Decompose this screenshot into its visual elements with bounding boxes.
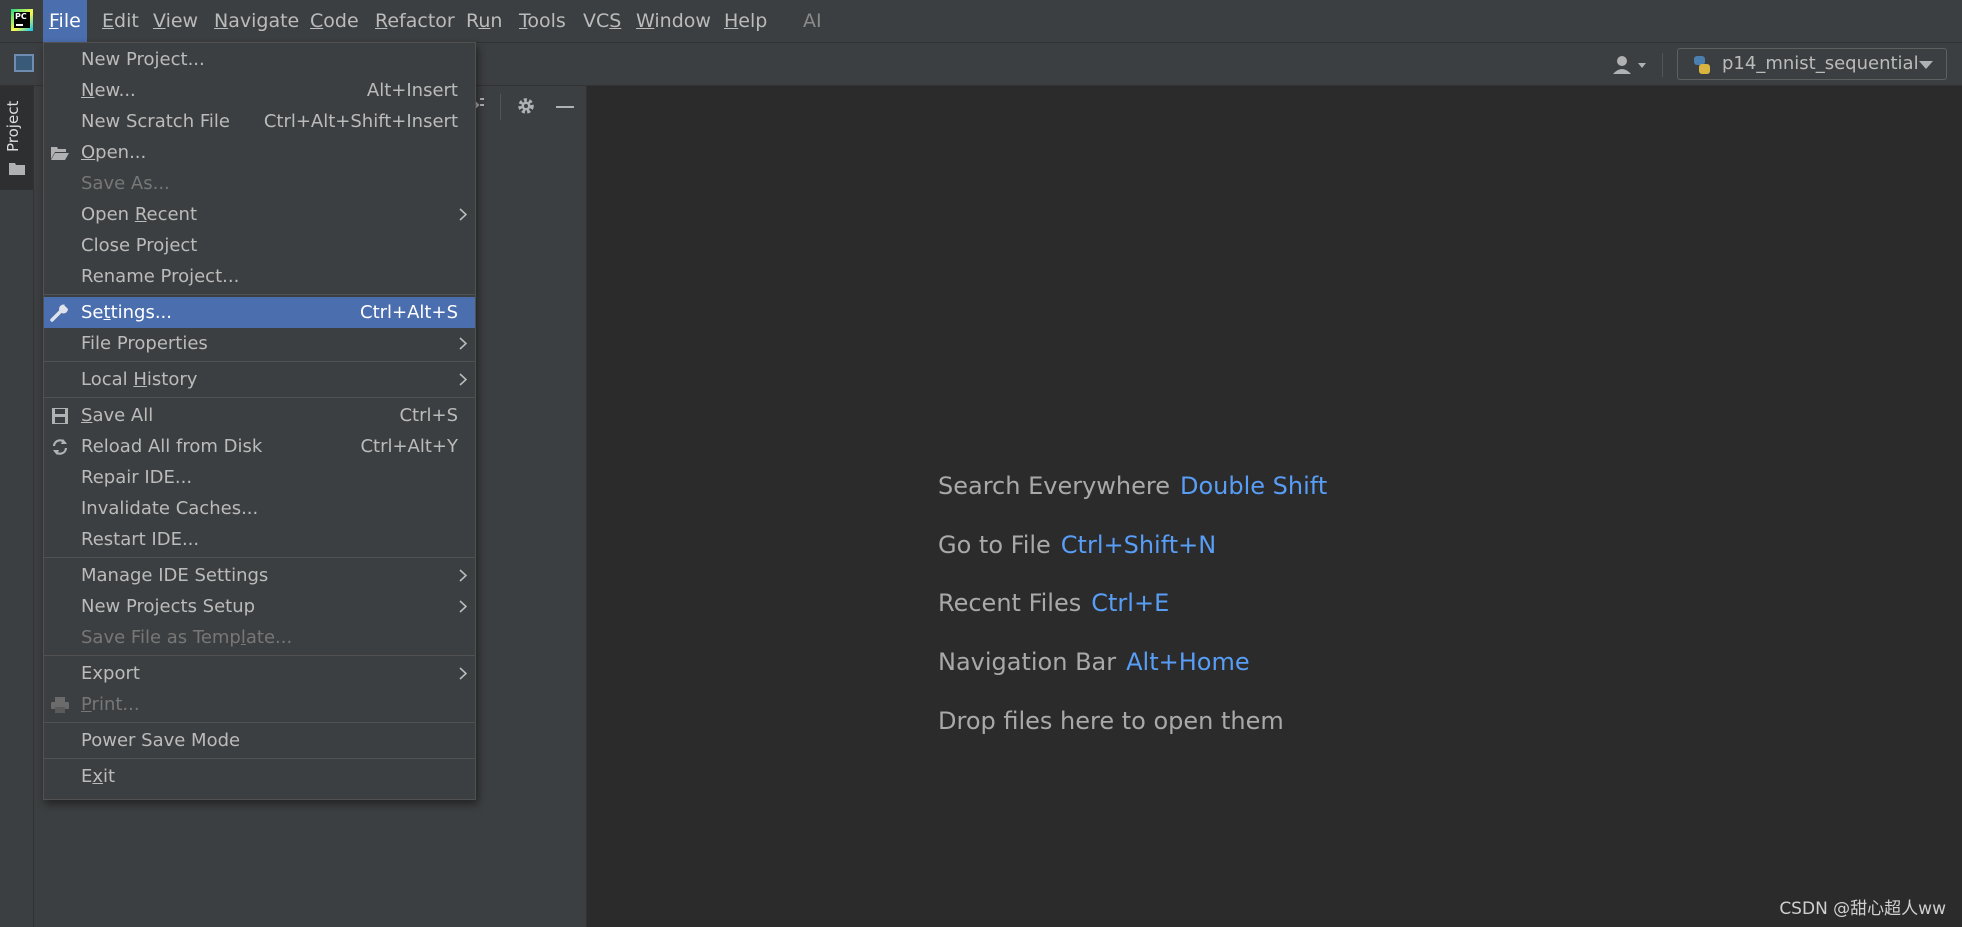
- python-icon: [1694, 56, 1710, 74]
- user-account-icon[interactable]: [1611, 54, 1651, 76]
- file-menu-dropdown: New Project... New... Alt+Insert New Scr…: [43, 42, 476, 800]
- menu-code[interactable]: Code: [304, 0, 365, 42]
- chevron-right-icon: [459, 569, 467, 582]
- menu-tools[interactable]: Tools: [513, 0, 572, 42]
- menu-help[interactable]: Help: [718, 0, 773, 42]
- wrench-icon: [50, 304, 68, 322]
- printer-icon: [51, 697, 69, 713]
- menu-run[interactable]: Run: [460, 0, 508, 42]
- menu-item-restart-ide[interactable]: Restart IDE...: [44, 524, 475, 555]
- hint-navigation-bar: Navigation Bar Alt+Home: [938, 648, 1250, 676]
- menu-navigate[interactable]: Navigate: [208, 0, 305, 42]
- left-tool-stripe: Project: [0, 86, 34, 927]
- menu-item-save-file-as-template: Save File as Template...: [81, 627, 293, 648]
- menu-bar: PC File Edit View Navigate Code Refactor…: [0, 0, 1962, 43]
- run-configuration-selector[interactable]: p14_mnist_sequential: [1677, 48, 1947, 80]
- shortcut-link[interactable]: Double Shift: [1180, 472, 1327, 500]
- menu-separator: [44, 722, 475, 723]
- menu-item-close-project[interactable]: Close Project: [44, 230, 475, 261]
- menu-item-power-save-mode[interactable]: Power Save Mode: [44, 725, 475, 756]
- menu-item-manage-ide-settings[interactable]: Manage IDE Settings: [44, 560, 475, 591]
- chevron-right-icon: [459, 337, 467, 350]
- menu-view[interactable]: View: [147, 0, 204, 42]
- watermark: CSDN @甜心超人ww: [1779, 899, 1946, 919]
- menu-item-settings[interactable]: Settings... Ctrl+Alt+S: [44, 297, 475, 328]
- menu-item-rename-project[interactable]: Rename Project...: [44, 261, 475, 292]
- folder-icon: [9, 163, 25, 175]
- pycharm-logo-icon[interactable]: PC: [11, 9, 33, 31]
- menu-item-exit[interactable]: Exit: [44, 761, 475, 792]
- chevron-right-icon: [459, 208, 467, 221]
- chevron-down-icon: [1919, 61, 1933, 69]
- menu-item-save-all[interactable]: Save All Ctrl+S: [44, 400, 475, 431]
- gear-icon[interactable]: [516, 96, 536, 116]
- menu-edit[interactable]: Edit: [96, 0, 145, 42]
- menu-item-new-scratch-file[interactable]: New Scratch File Ctrl+Alt+Shift+Insert: [44, 106, 475, 137]
- menu-item-new[interactable]: New... Alt+Insert: [44, 75, 475, 106]
- shortcut-link[interactable]: Alt+Home: [1126, 648, 1249, 676]
- menu-separator: [44, 655, 475, 656]
- menu-item-new-project[interactable]: New Project...: [44, 44, 475, 75]
- hide-panel-icon[interactable]: [556, 106, 574, 108]
- menu-item-reload-all[interactable]: Reload All from Disk Ctrl+Alt+Y: [44, 431, 475, 462]
- reload-icon: [52, 439, 68, 455]
- menu-item-file-properties[interactable]: File Properties: [44, 328, 475, 359]
- menu-item-save-as: Save As...: [81, 173, 170, 194]
- panel-toolbar-divider: [500, 94, 501, 120]
- menu-item-local-history[interactable]: Local History: [44, 364, 475, 395]
- run-configuration-label: p14_mnist_sequential: [1722, 53, 1919, 74]
- menu-separator: [44, 557, 475, 558]
- menu-item-repair-ide[interactable]: Repair IDE...: [44, 462, 475, 493]
- menu-item-print: Print...: [44, 689, 475, 720]
- hint-recent-files: Recent Files Ctrl+E: [938, 589, 1170, 617]
- hint-search-everywhere: Search Everywhere Double Shift: [938, 472, 1328, 500]
- menu-separator: [44, 758, 475, 759]
- menu-item-new-projects-setup[interactable]: New Projects Setup: [44, 591, 475, 622]
- project-tab-label: Project: [4, 100, 22, 152]
- shortcut-link[interactable]: Ctrl+Shift+N: [1061, 531, 1216, 559]
- menu-separator: [44, 397, 475, 398]
- menu-item-open[interactable]: Open...: [44, 137, 475, 168]
- project-folder-icon[interactable]: [14, 54, 34, 72]
- menu-vcs[interactable]: VCS: [577, 0, 627, 42]
- menu-ai[interactable]: AI: [797, 0, 828, 42]
- menu-file[interactable]: File: [43, 0, 87, 42]
- chevron-right-icon: [459, 373, 467, 386]
- editor-empty-area: Search Everywhere Double Shift Go to File…: [587, 86, 1962, 927]
- menu-refactor[interactable]: Refactor: [369, 0, 461, 42]
- menu-item-export[interactable]: Export: [44, 658, 475, 689]
- menu-item-invalidate-caches[interactable]: Invalidate Caches...: [44, 493, 475, 524]
- project-tool-tab[interactable]: Project: [0, 86, 33, 190]
- menu-item-open-recent[interactable]: Open Recent: [44, 199, 475, 230]
- open-folder-icon: [51, 147, 69, 160]
- menu-separator: [44, 294, 475, 295]
- toolbar-divider: [1662, 53, 1663, 77]
- menu-separator: [44, 361, 475, 362]
- hint-drop-files: Drop files here to open them: [938, 707, 1284, 735]
- save-disk-icon: [52, 408, 68, 424]
- menu-window[interactable]: Window: [630, 0, 717, 42]
- shortcut-link[interactable]: Ctrl+E: [1091, 589, 1169, 617]
- chevron-right-icon: [459, 600, 467, 613]
- chevron-right-icon: [459, 667, 467, 680]
- hint-go-to-file: Go to File Ctrl+Shift+N: [938, 531, 1217, 559]
